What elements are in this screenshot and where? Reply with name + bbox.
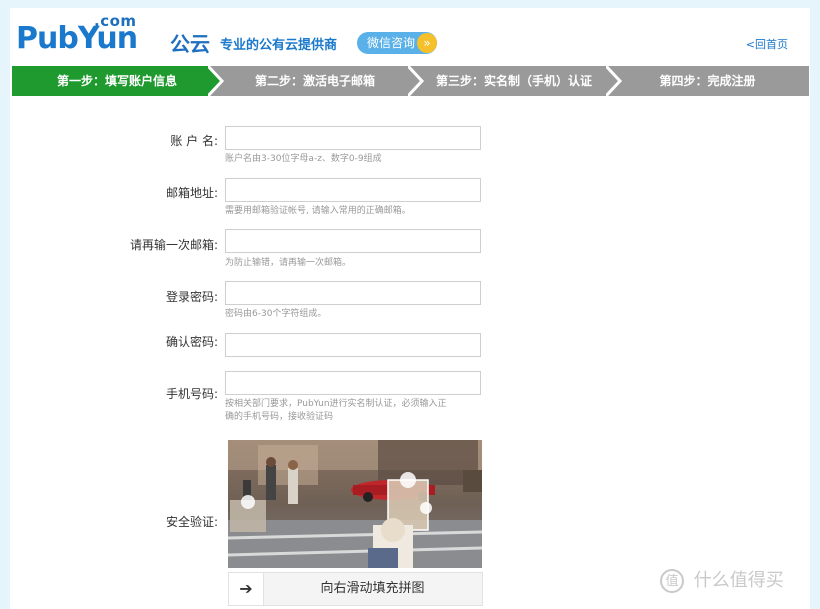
watermark-text: 什么值得买 (693, 570, 784, 591)
account-label: 账 户 名: (170, 134, 218, 148)
wechat-consult-button[interactable]: 微信咨询 » (357, 32, 437, 54)
captcha-slider-text: 向右滑动填充拼图 (320, 581, 425, 596)
password-label: 登录密码: (165, 290, 218, 304)
step-4-label: 第四步：完成注册 (659, 74, 756, 88)
email-label: 邮箱地址: (165, 186, 218, 200)
password-confirm-label: 确认密码: (165, 335, 218, 349)
email-confirm-label: 请再输一次邮箱: (129, 238, 218, 252)
step-3-label: 第三步：实名制（手机）认证 (435, 74, 592, 88)
email-input[interactable] (225, 178, 481, 202)
arrow-right-icon[interactable]: ➔ (229, 573, 264, 605)
registration-steps: 第一步：填写账户信息 第二步：激活电子邮箱 第三步：实名制（手机）认证 第四步：… (12, 66, 809, 96)
email-hint: 需要用邮箱验证帐号, 请输入常用的正确邮箱。 (225, 206, 411, 216)
phone-input[interactable] (225, 371, 481, 395)
step-2-label: 第二步：激活电子邮箱 (254, 74, 375, 88)
chevron-right-icon: » (417, 33, 437, 53)
phone-hint-line-1: 按相关部门要求，PubYun进行实名制认证，必须输入正 (225, 399, 447, 409)
account-hint: 账户名由3-30位字母a-z、数字0-9组成 (225, 154, 382, 164)
step-3: 第三步：实名制（手机）认证 (408, 66, 620, 96)
logo-brand-cn: 公云 (170, 32, 210, 56)
step-2: 第二步：激活电子邮箱 (208, 66, 422, 96)
phone-hint-line-2: 确的手机号码，接收验证码 (225, 412, 334, 422)
tagline: 专业的公有云提供商 (220, 38, 338, 53)
phone-label: 手机号码: (165, 387, 218, 401)
password-hint: 密码由6-30个字符组成。 (225, 309, 327, 319)
step-1-label: 第一步：填写账户信息 (56, 74, 177, 88)
captcha-slider[interactable]: ➔ 向右滑动填充拼图 (228, 572, 483, 606)
password-confirm-input[interactable] (225, 333, 481, 357)
home-link[interactable]: <回首页 (746, 36, 788, 52)
account-input[interactable] (225, 126, 481, 150)
watermark: 值 什么值得买 (660, 566, 784, 593)
captcha-puzzle-image (228, 440, 482, 568)
email-confirm-input[interactable] (225, 229, 481, 253)
step-1: 第一步：填写账户信息 (12, 66, 222, 96)
wechat-consult-label: 微信咨询 (367, 36, 416, 50)
page: .com PubYun 公云 专业的公有云提供商 微信咨询 » <回首页 第一步… (10, 8, 810, 609)
pubyun-logo[interactable]: .com PubYun 公云 (16, 12, 216, 58)
logo-brand: PubYun (16, 21, 138, 56)
step-4: 第四步：完成注册 (606, 66, 809, 96)
captcha-scene (228, 440, 482, 568)
password-input[interactable] (225, 281, 481, 305)
captcha-label: 安全验证: (165, 515, 218, 529)
watermark-icon: 值 (660, 569, 684, 593)
email-confirm-hint: 为防止输错，请再输一次邮箱。 (225, 258, 352, 268)
